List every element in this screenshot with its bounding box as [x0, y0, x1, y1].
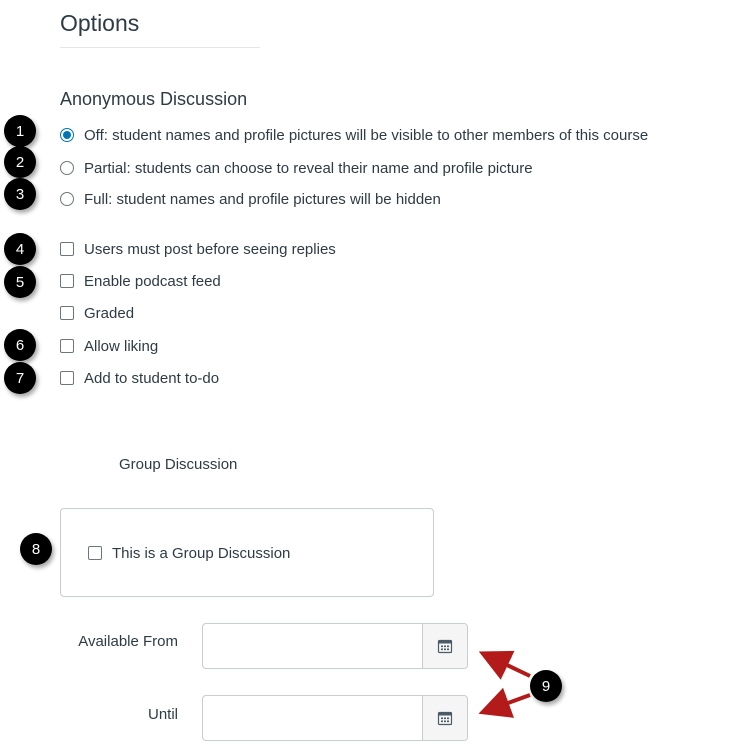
callout-5: 5 [4, 266, 36, 298]
callout-4: 4 [4, 233, 36, 265]
callout-6: 6 [4, 329, 36, 361]
callout-8: 8 [20, 533, 52, 565]
callout-2: 2 [4, 146, 36, 178]
callout-7: 7 [4, 362, 36, 394]
arrow-to-until [478, 687, 531, 718]
callout-1: 1 [4, 115, 36, 147]
callout-9: 9 [530, 670, 562, 702]
annotation-arrows [478, 650, 531, 718]
arrow-to-available-from [478, 650, 531, 680]
callout-3: 3 [4, 178, 36, 210]
